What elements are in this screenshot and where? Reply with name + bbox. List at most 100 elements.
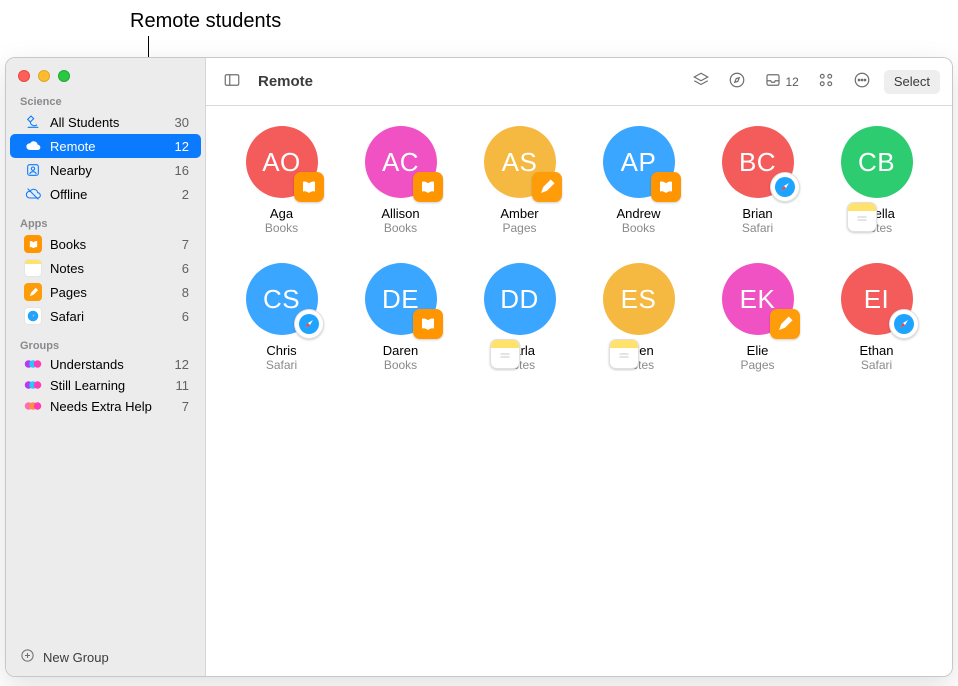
sidebar-item-count: 6 — [182, 309, 189, 324]
safari-app-icon — [889, 309, 919, 339]
pages-app-icon — [770, 309, 800, 339]
student-app-label: Safari — [861, 358, 892, 372]
students-grid-container: AOAgaBooksACAllisonBooksASAmberPagesAPAn… — [206, 106, 952, 676]
sidebar-item-still-learning[interactable]: Still Learning 11 — [10, 375, 201, 396]
student-app-label: Books — [384, 358, 417, 372]
window-controls — [6, 64, 205, 92]
sidebar-item-remote[interactable]: Remote 12 — [10, 134, 201, 158]
sidebar-item-all-students[interactable]: All Students 30 — [10, 110, 201, 134]
student-name: Daren — [383, 343, 418, 358]
safari-app-icon — [24, 307, 42, 325]
sidebar-item-label: Books — [50, 237, 174, 252]
screens-button[interactable] — [687, 69, 715, 95]
new-group-button[interactable]: New Group — [6, 638, 205, 676]
sidebar-item-nearby[interactable]: Nearby 16 — [10, 158, 201, 182]
student-item[interactable]: CSChrisSafari — [230, 263, 333, 372]
sidebar-item-count: 7 — [182, 237, 189, 252]
student-item[interactable]: APAndrewBooks — [587, 126, 690, 235]
student-item[interactable]: BCBrianSafari — [706, 126, 809, 235]
avatar-initials: AC — [382, 147, 419, 178]
sidebar-item-label: Needs Extra Help — [50, 399, 174, 414]
grid-icon — [817, 71, 835, 92]
cloud-slash-icon — [24, 185, 42, 203]
avatar-initials: AO — [262, 147, 301, 178]
callout-label: Remote students — [130, 10, 281, 33]
sidebar-item-needs-extra-help[interactable]: Needs Extra Help 7 — [10, 396, 201, 417]
student-item[interactable]: AOAgaBooks — [230, 126, 333, 235]
more-button[interactable] — [848, 69, 876, 95]
group-icon — [24, 379, 42, 393]
sidebar-item-pages[interactable]: Pages 8 — [10, 280, 201, 304]
sidebar-item-notes[interactable]: Notes 6 — [10, 256, 201, 280]
student-item[interactable]: ESEdenNotes — [587, 263, 690, 372]
sidebar-item-label: Nearby — [50, 163, 167, 178]
close-window-button[interactable] — [18, 70, 30, 82]
sidebar-item-count: 12 — [175, 139, 189, 154]
books-app-icon — [413, 309, 443, 339]
cloud-icon — [24, 137, 42, 155]
avatar-initials: AP — [621, 147, 657, 178]
student-app-label: Safari — [742, 221, 773, 235]
notes-app-icon — [24, 259, 42, 277]
student-item[interactable]: CBChellaNotes — [825, 126, 928, 235]
sidebar-item-label: Safari — [50, 309, 174, 324]
sidebar-item-label: Notes — [50, 261, 174, 276]
safari-app-icon — [770, 172, 800, 202]
ellipsis-circle-icon — [853, 71, 871, 92]
sidebar-item-count: 2 — [182, 187, 189, 202]
sidebar-item-label: Still Learning — [50, 378, 168, 393]
sidebar-item-label: Offline — [50, 187, 174, 202]
sidebar-item-count: 7 — [182, 399, 189, 414]
group-icon — [24, 400, 42, 414]
apps-button[interactable] — [812, 69, 840, 95]
sidebar-item-label: All Students — [50, 115, 167, 130]
app-window: Science All Students 30 Remote 12 Nearby… — [5, 57, 953, 677]
sidebar-item-count: 6 — [182, 261, 189, 276]
student-item[interactable]: ACAllisonBooks — [349, 126, 452, 235]
books-app-icon — [24, 235, 42, 253]
navigate-button[interactable] — [723, 69, 751, 95]
sidebar-item-count: 8 — [182, 285, 189, 300]
avatar-initials: EI — [864, 284, 890, 315]
sidebar-item-understands[interactable]: Understands 12 — [10, 354, 201, 375]
notes-app-icon — [609, 339, 639, 369]
sidebar-heading-science: Science — [6, 92, 205, 110]
toggle-sidebar-button[interactable] — [218, 69, 246, 95]
select-button[interactable]: Select — [884, 70, 940, 94]
student-item[interactable]: EKEliePages — [706, 263, 809, 372]
inbox-count: 12 — [786, 75, 799, 89]
microscope-icon — [24, 113, 42, 131]
student-item[interactable]: DEDarenBooks — [349, 263, 452, 372]
avatar-initials: EK — [740, 284, 776, 315]
student-item[interactable]: ASAmberPages — [468, 126, 571, 235]
student-item[interactable]: DDDarlaNotes — [468, 263, 571, 372]
sidebar-item-label: Pages — [50, 285, 174, 300]
student-app-label: Books — [384, 221, 417, 235]
sidebar-item-offline[interactable]: Offline 2 — [10, 182, 201, 206]
avatar-initials: ES — [621, 284, 657, 315]
stack-icon — [692, 71, 710, 92]
student-app-label: Books — [265, 221, 298, 235]
notes-app-icon — [490, 339, 520, 369]
student-name: Chris — [266, 343, 296, 358]
sidebar-item-safari[interactable]: Safari 6 — [10, 304, 201, 328]
books-app-icon — [651, 172, 681, 202]
sidebar-item-count: 16 — [175, 163, 189, 178]
sidebar-heading-apps: Apps — [6, 214, 205, 232]
student-name: Brian — [742, 206, 772, 221]
sidebar-toggle-icon — [223, 71, 241, 92]
tray-icon — [764, 71, 782, 92]
inbox-button[interactable]: 12 — [759, 69, 804, 95]
sidebar-item-books[interactable]: Books 7 — [10, 232, 201, 256]
avatar: CB — [841, 126, 913, 198]
sidebar-item-count: 12 — [175, 357, 189, 372]
minimize-window-button[interactable] — [38, 70, 50, 82]
group-icon — [24, 358, 42, 372]
student-name: Amber — [500, 206, 538, 221]
sidebar-heading-groups: Groups — [6, 336, 205, 354]
student-item[interactable]: EIEthanSafari — [825, 263, 928, 372]
new-group-label: New Group — [43, 650, 109, 665]
fullscreen-window-button[interactable] — [58, 70, 70, 82]
avatar-initials: DD — [500, 284, 539, 315]
avatar-initials: AS — [502, 147, 538, 178]
